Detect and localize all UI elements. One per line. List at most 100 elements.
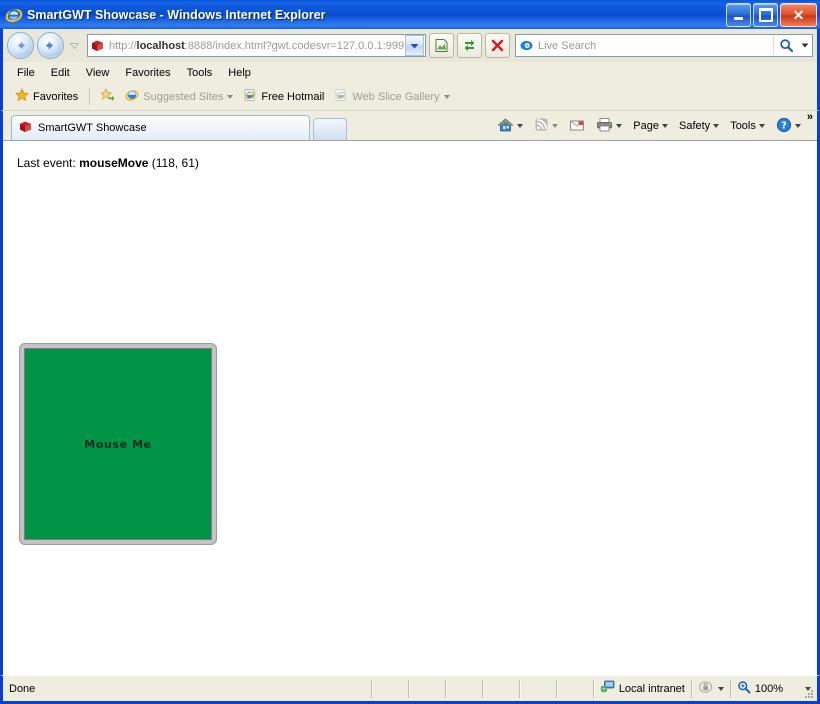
star-icon [15, 88, 29, 105]
resize-grip[interactable] [802, 687, 814, 699]
protected-mode-indicator[interactable] [692, 680, 730, 697]
menu-item-edit[interactable]: Edit [43, 65, 78, 81]
bing-icon [519, 39, 535, 53]
stop-button[interactable] [485, 33, 510, 58]
printer-icon [596, 117, 613, 135]
menu-item-favorites[interactable]: Favorites [117, 65, 178, 81]
maximize-button[interactable] [753, 3, 778, 27]
magnifier-icon [779, 39, 793, 53]
status-separator [518, 679, 520, 698]
mouse-me-label: Mouse Me [84, 437, 152, 451]
ie-page-icon [125, 88, 139, 105]
search-box[interactable]: Live Search [515, 34, 813, 57]
menu-item-file[interactable]: File [9, 65, 43, 81]
search-go-button[interactable] [773, 36, 798, 55]
ie-page-icon [243, 88, 257, 105]
favorites-item-suggested-sites[interactable]: Suggested Sites [121, 86, 237, 107]
tab-smartgwt-showcase[interactable]: SmartGWT Showcase [11, 115, 310, 140]
last-event-name: mouseMove [79, 156, 149, 170]
mail-icon [569, 118, 585, 135]
tools-menu-label: Tools [730, 120, 756, 132]
forward-button[interactable] [37, 32, 64, 59]
address-bar[interactable]: http://localhost:8888/index.html?gwt.cod… [87, 34, 426, 57]
favorites-item-web-slice-gallery[interactable]: Web Slice Gallery [330, 86, 453, 107]
back-button[interactable] [7, 32, 34, 59]
last-event-coords: (118, 61) [151, 156, 199, 170]
mouse-me-panel[interactable]: Mouse Me [19, 343, 217, 545]
tab-label: SmartGWT Showcase [38, 122, 147, 134]
forward-arrow-icon [46, 41, 53, 50]
rss-feed-icon [534, 117, 549, 135]
chevron-down-icon[interactable] [794, 124, 801, 128]
chevron-down-icon[interactable] [662, 124, 668, 128]
close-icon: ✕ [792, 7, 805, 23]
chevron-down-icon[interactable] [758, 124, 765, 128]
menu-bar: File Edit View Favorites Tools Help [0, 62, 820, 83]
compatibility-view-button[interactable] [429, 33, 454, 58]
lock-icon [698, 680, 714, 697]
address-input[interactable]: http://localhost:8888/index.html?gwt.cod… [109, 40, 405, 52]
window-controls: ✕ [726, 3, 817, 27]
add-to-favorites-bar-button[interactable] [97, 86, 119, 107]
feeds-button[interactable] [529, 114, 563, 138]
chevron-down-icon[interactable] [616, 124, 623, 128]
status-separator [555, 679, 557, 698]
favorites-separator [89, 88, 91, 105]
status-separator [407, 679, 409, 698]
security-zone-indicator[interactable]: Local intranet [594, 680, 691, 697]
favorites-bar: Favorites Suggested Sites Free Hotmail W… [0, 83, 820, 111]
status-separator [370, 679, 372, 698]
close-button[interactable]: ✕ [780, 3, 817, 27]
last-event-prefix: Last event: [17, 156, 76, 170]
home-icon [497, 117, 514, 136]
menu-item-tools[interactable]: Tools [179, 65, 221, 81]
favorites-item-label: Web Slice Gallery [352, 90, 440, 103]
safety-menu-button[interactable]: Safety [674, 117, 724, 135]
address-dropdown-button[interactable] [405, 35, 424, 56]
new-tab-button[interactable] [313, 118, 347, 140]
chevron-down-icon[interactable] [717, 686, 724, 691]
page-menu-button[interactable]: Page [628, 117, 673, 135]
chevron-down-icon[interactable] [713, 124, 720, 128]
print-button[interactable] [591, 114, 627, 138]
red-cube-favicon [18, 120, 33, 136]
search-input[interactable]: Live Search [538, 40, 773, 52]
refresh-icon [464, 40, 475, 51]
last-event-status: Last event: mouseMove (118, 61) [17, 156, 199, 170]
magnifier-icon [737, 680, 751, 697]
chevron-down-icon[interactable] [552, 124, 559, 128]
command-bar-overflow-button[interactable]: » [807, 111, 813, 123]
favorites-item-label: Suggested Sites [143, 90, 224, 103]
red-cube-favicon [90, 39, 106, 53]
favorites-item-free-hotmail[interactable]: Free Hotmail [239, 86, 328, 107]
svg-text:?: ? [781, 120, 787, 131]
help-menu-button[interactable]: ? [771, 114, 806, 139]
mouse-me-surface[interactable]: Mouse Me [24, 348, 212, 540]
minimize-button[interactable] [726, 3, 751, 27]
window-title: SmartGWT Showcase - Windows Internet Exp… [27, 7, 326, 22]
help-icon: ? [776, 117, 792, 136]
chevron-down-icon[interactable] [443, 94, 450, 99]
refresh-button[interactable] [457, 33, 482, 58]
add-favorite-icon [100, 88, 115, 105]
chevron-down-icon [801, 43, 809, 48]
search-dropdown-button[interactable] [798, 43, 812, 48]
favorites-center-button[interactable]: Favorites [11, 86, 82, 107]
recent-pages-button[interactable] [68, 42, 81, 49]
favorites-item-label: Free Hotmail [261, 90, 325, 103]
tab-bar: SmartGWT Showcase Page Safety Tools ? » [0, 111, 820, 140]
status-text: Done [9, 682, 36, 695]
safety-menu-label: Safety [679, 120, 711, 132]
tools-menu-button[interactable]: Tools [725, 117, 770, 135]
home-button[interactable] [492, 114, 528, 139]
chevron-down-icon[interactable] [517, 124, 524, 128]
back-arrow-icon [18, 41, 25, 50]
status-separator [481, 679, 483, 698]
read-mail-button[interactable] [564, 115, 590, 138]
menu-item-help[interactable]: Help [220, 65, 259, 81]
chevron-down-icon[interactable] [227, 94, 234, 99]
stop-icon [491, 39, 504, 52]
browser-window: SmartGWT Showcase - Windows Internet Exp… [0, 0, 820, 704]
menu-item-view[interactable]: View [78, 65, 118, 81]
command-bar: Page Safety Tools ? » [492, 111, 813, 139]
